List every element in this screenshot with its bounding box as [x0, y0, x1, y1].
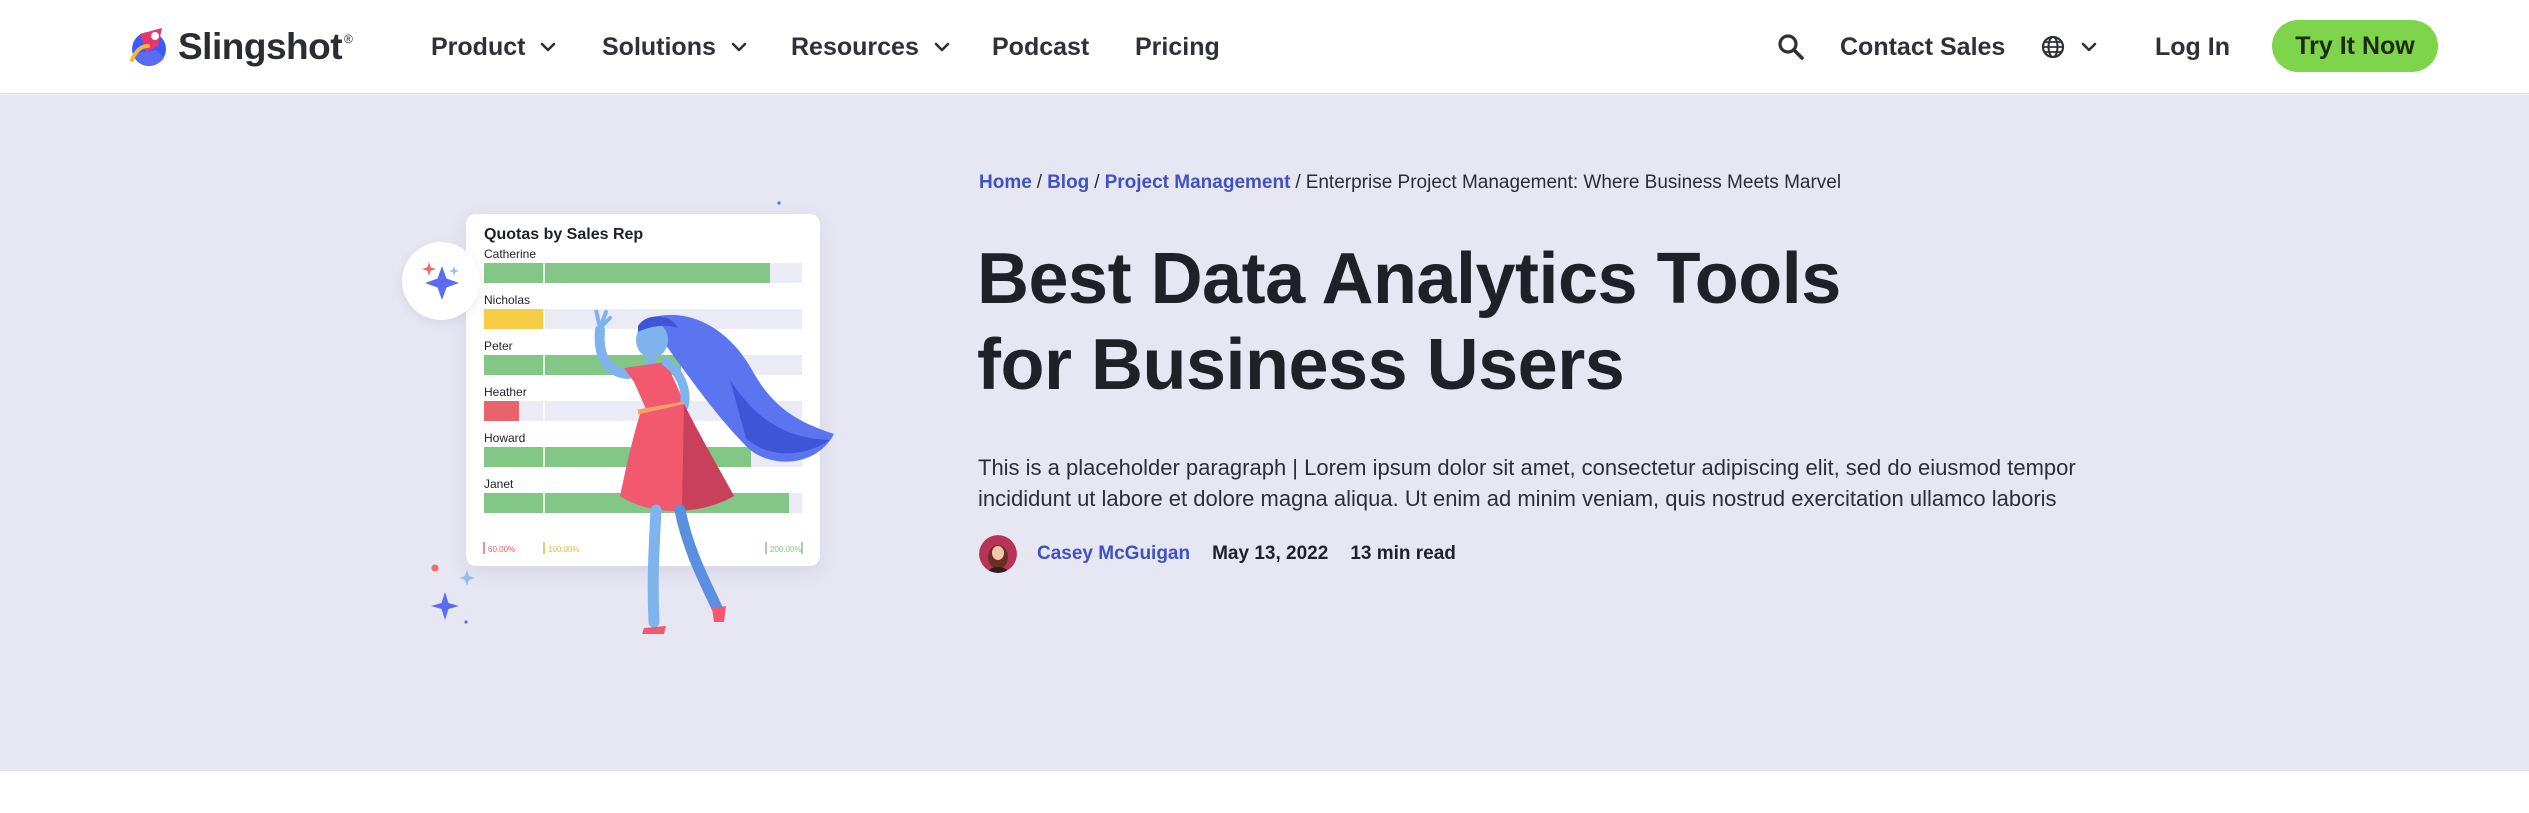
bar-label: Peter: [484, 339, 513, 353]
chart-title: Quotas by Sales Rep: [484, 226, 644, 243]
chevron-down-icon: [2081, 42, 2097, 52]
bar-label: Nicholas: [484, 293, 530, 307]
nav-podcast[interactable]: Podcast: [992, 26, 1089, 68]
bar-label: Heather: [484, 385, 527, 399]
article-title: Best Data Analytics Tools for Business U…: [977, 236, 1877, 408]
nav-product[interactable]: Product: [431, 26, 559, 68]
breadcrumb-separator: /: [1094, 172, 1100, 193]
contact-sales-link[interactable]: Contact Sales: [1840, 26, 2005, 68]
chevron-down-icon: [731, 42, 747, 52]
language-selector[interactable]: [2040, 30, 2100, 64]
contact-sales-label: Contact Sales: [1840, 32, 2006, 61]
breadcrumb-category[interactable]: Project Management: [1105, 172, 1291, 193]
sparkle-icon: [459, 570, 475, 586]
article-title-line-1: Best Data Analytics Tools: [977, 239, 1841, 319]
nav-resources-label: Resources: [791, 32, 919, 61]
sparkle-icon: [422, 262, 459, 300]
decor-dot: [431, 564, 439, 572]
article-meta: Casey McGuigan May 13, 2022 13 min read: [979, 535, 1456, 573]
nav-solutions[interactable]: Solutions: [602, 26, 750, 68]
article-intro: This is a placeholder paragraph | Lorem …: [978, 455, 2076, 511]
bar-label: Howard: [484, 431, 525, 445]
registered-mark: ®: [344, 32, 353, 46]
chevron-down-icon: [541, 42, 556, 52]
nav-pricing-label: Pricing: [1135, 32, 1220, 61]
breadcrumb-current: Enterprise Project Management: Where Bus…: [1305, 172, 1842, 193]
breadcrumb-separator: /: [1036, 172, 1043, 193]
decor-dot: [464, 620, 468, 624]
marker-label: 100.00%: [548, 545, 580, 554]
publish-date: May 13, 2022: [1212, 543, 1329, 564]
avatar-image: [979, 535, 1017, 573]
breadcrumb-separator: /: [1295, 172, 1301, 193]
bar-label: Catherine: [484, 247, 536, 261]
slingshot-logo-icon: [130, 28, 166, 66]
login-label: Log In: [2155, 32, 2230, 61]
chevron-down-icon: [934, 42, 950, 52]
person-illustration: [594, 310, 834, 634]
read-time: 13 min read: [1350, 543, 1456, 564]
author-name[interactable]: Casey McGuigan: [1037, 543, 1190, 565]
bar: [484, 263, 770, 283]
login-link[interactable]: Log In: [2155, 26, 2230, 68]
brand-name: Slingshot: [178, 26, 343, 67]
slingshot-logo[interactable]: Slingshot ®: [126, 24, 353, 70]
hero-section: [0, 95, 2529, 771]
breadcrumb-blog[interactable]: Blog: [1047, 172, 1089, 193]
sparkle-badge: [402, 242, 480, 320]
page-content-area: [0, 771, 2529, 813]
top-navigation-bar: Slingshot ® Product Solutions Resources …: [0, 0, 2529, 94]
decor-dot: [777, 201, 781, 205]
nav-pricing[interactable]: Pricing: [1135, 26, 1220, 68]
article-title-line-2: for Business Users: [977, 325, 1625, 405]
sparkle-icon: [431, 592, 459, 620]
nav-product-label: Product: [431, 32, 526, 61]
bar: [484, 401, 519, 421]
try-it-now-button[interactable]: Try It Now: [2272, 20, 2438, 72]
marker-label: 60.00%: [488, 545, 515, 554]
nav-podcast-label: Podcast: [992, 32, 1090, 61]
breadcrumb: Home / Blog / Project Management / Enterprise …: [979, 172, 1841, 194]
nav-solutions-label: Solutions: [602, 32, 716, 61]
nav-resources[interactable]: Resources: [791, 26, 953, 68]
breadcrumb-home[interactable]: Home: [979, 172, 1032, 193]
bar-label: Janet: [484, 477, 514, 491]
search-icon[interactable]: [1776, 32, 1806, 62]
globe-icon: [2041, 35, 2065, 59]
bar: [484, 309, 544, 329]
author-avatar[interactable]: [979, 535, 1017, 573]
